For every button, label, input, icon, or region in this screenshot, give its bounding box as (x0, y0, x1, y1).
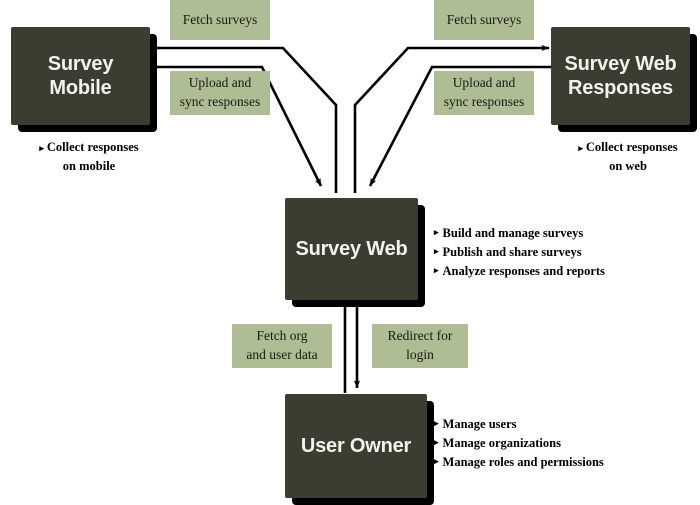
edge-label-text: Fetch org and user data (246, 328, 318, 362)
edge-label-webresp-fetch-surveys: Fetch surveys (434, 0, 534, 40)
list-item: ▸ Manage users (434, 415, 674, 434)
list-item: ▸ Build and manage surveys (434, 224, 664, 243)
edge-web-to-mobile-fetch (152, 46, 338, 193)
edge-label-text: Fetch surveys (182, 11, 258, 27)
bullet-text: Collect responses on web (585, 140, 678, 173)
node-title: User Owner (300, 434, 412, 457)
list-item: ▸ Manage organizations (434, 434, 674, 453)
bullet-text: Publish and share surveys (442, 245, 582, 259)
bullet-marker-icon: ▸ (434, 227, 439, 237)
bullets-survey-mobile: ▸ Collect responses on mobile (14, 138, 164, 176)
bullets-user-owner: ▸ Manage users ▸ Manage organizations ▸ Man… (434, 415, 674, 472)
edge-label-mobile-upload-sync: Upload and sync responses (170, 71, 270, 115)
list-item: ▸ Analyze responses and reports (434, 262, 664, 281)
bullet-text: Manage users (442, 417, 517, 431)
list-item: ▸ Collect responses on web (553, 138, 700, 176)
node-survey-web-responses[interactable]: Survey Web Responses (551, 27, 697, 132)
architecture-diagram: Survey Mobile ▸ Collect responses on mobi… (0, 0, 700, 505)
bullet-marker-icon: ▸ (39, 143, 44, 153)
bullet-marker-icon: ▸ (434, 265, 439, 275)
node-title: Survey Web Responses (564, 52, 677, 99)
node-face: Survey Web (285, 198, 418, 300)
bullet-text: Analyze responses and reports (442, 264, 605, 278)
bullets-survey-web-responses: ▸ Collect responses on web (553, 138, 700, 176)
bullets-survey-web: ▸ Build and manage surveys ▸ Publish and s… (434, 224, 664, 281)
edge-label-mobile-fetch-surveys: Fetch surveys (170, 0, 270, 40)
node-title: Survey Web (295, 237, 408, 260)
edge-label-text: Upload and sync responses (443, 75, 525, 109)
bullet-text: Manage organizations (442, 436, 561, 450)
edge-label-text: Upload and sync responses (179, 75, 261, 109)
edge-web-to-webresp-fetch (353, 44, 550, 193)
node-face: User Owner (285, 394, 427, 498)
list-item: ▸ Manage roles and permissions (434, 453, 674, 472)
node-face: Survey Mobile (11, 27, 150, 125)
bullet-text: Build and manage surveys (442, 226, 584, 240)
edge-label-owner-fetch-org: Fetch org and user data (232, 324, 332, 368)
edge-label-owner-redirect-login: Redirect for login (372, 324, 468, 368)
bullet-marker-icon: ▸ (434, 418, 439, 428)
node-survey-mobile[interactable]: Survey Mobile (11, 27, 157, 132)
node-survey-web[interactable]: Survey Web (285, 198, 425, 307)
bullet-text: Manage roles and permissions (442, 455, 604, 469)
node-title: Survey Mobile (47, 52, 114, 99)
bullet-marker-icon: ▸ (434, 246, 439, 256)
bullet-text: Collect responses on mobile (46, 140, 139, 173)
list-item: ▸ Collect responses on mobile (14, 138, 164, 176)
edge-label-text: Fetch surveys (446, 11, 522, 27)
node-user-owner[interactable]: User Owner (285, 394, 434, 505)
node-face: Survey Web Responses (551, 27, 690, 125)
list-item: ▸ Publish and share surveys (434, 243, 664, 262)
bullet-marker-icon: ▸ (434, 456, 439, 466)
bullet-marker-icon: ▸ (434, 437, 439, 447)
bullet-marker-icon: ▸ (578, 143, 583, 153)
edge-label-text: Redirect for login (387, 328, 453, 362)
edge-label-webresp-upload-sync: Upload and sync responses (434, 71, 534, 115)
